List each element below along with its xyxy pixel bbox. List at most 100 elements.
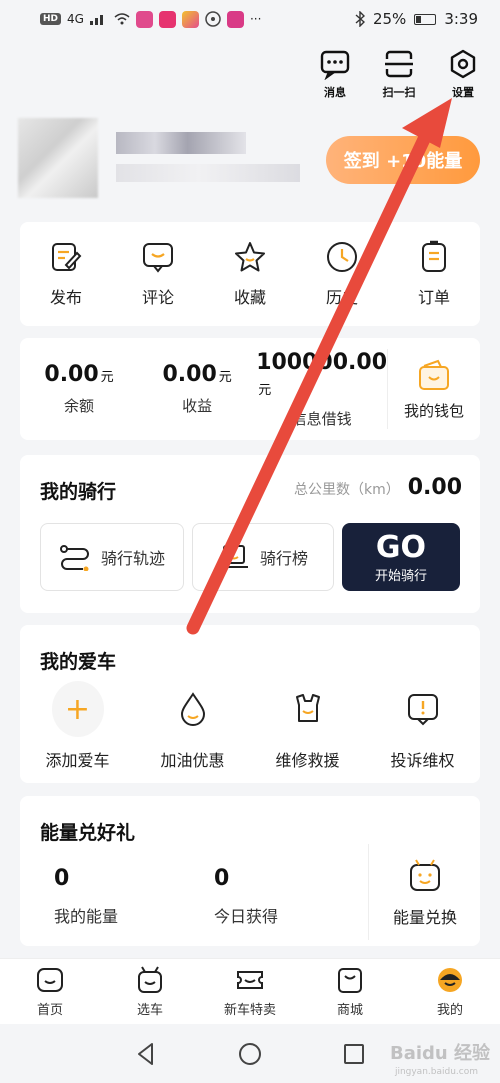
tab-label: 选车: [136, 1003, 163, 1018]
complaint-button[interactable]: 投诉维权: [373, 683, 473, 771]
energy-card: 能量兑好礼 0 我的能量 0 今日获得 能量兑换: [20, 796, 480, 946]
today-energy-value: 0: [214, 866, 230, 891]
status-bar: HD 4G ··· 25% 3:39: [0, 0, 500, 38]
loan-item[interactable]: 100000.00元 信息借钱: [256, 350, 387, 429]
tab-new-car-sale[interactable]: 新车特卖: [205, 965, 295, 1018]
order-icon: [422, 240, 446, 272]
leaderboard-icon: [219, 545, 248, 568]
notification-app-icon: [135, 10, 153, 28]
earnings-item[interactable]: 0.00 元 收益: [138, 362, 256, 416]
quick-item-favorites[interactable]: 收藏: [210, 240, 290, 308]
tab-label: 商城: [336, 1003, 363, 1018]
wallet-card: 0.00 元 余额 0.00 元 收益 100000.00元 信息借钱 我的钱包: [20, 338, 480, 440]
quick-item-publish[interactable]: 发布: [26, 240, 106, 308]
ride-total-value: 0.00: [407, 475, 462, 500]
money-label: 信息借钱: [291, 409, 352, 428]
settings-label: 设置: [452, 86, 474, 99]
home-circle-icon[interactable]: [237, 1041, 263, 1067]
messages-button[interactable]: 消息: [312, 48, 358, 100]
clock-icon: [327, 242, 357, 272]
back-icon[interactable]: [133, 1041, 159, 1067]
money-label: 收益: [182, 397, 213, 415]
quick-item-comment[interactable]: 评论: [118, 240, 198, 308]
header-actions: 消息 扫一扫 设置: [312, 48, 486, 100]
car-actions: + 添加爱车 加油优惠 维修救援 投诉维权: [20, 681, 480, 771]
repair-rescue-button[interactable]: 维修救援: [258, 683, 358, 771]
my-wallet-label: 我的钱包: [404, 401, 465, 420]
watermark-url: jingyan.baidu.com: [394, 1067, 478, 1077]
tab-label: 我的: [436, 1003, 463, 1018]
scan-icon: [385, 50, 413, 78]
my-energy[interactable]: 0 我的能量: [20, 866, 180, 927]
publish-icon: [52, 243, 82, 271]
tab-mine[interactable]: 我的: [405, 965, 495, 1018]
my-ride-card: 我的骑行 总公里数（km） 0.00 骑行轨迹 骑行榜 GO 开始骑行: [20, 455, 480, 613]
recents-icon[interactable]: [341, 1041, 367, 1067]
money-label: 余额: [64, 397, 95, 415]
ride-rank-button[interactable]: 骑行榜: [192, 523, 334, 591]
tab-mall[interactable]: 商城: [305, 965, 395, 1018]
quick-label: 订单: [417, 288, 450, 307]
quick-item-orders[interactable]: 订单: [394, 240, 474, 308]
tab-choose-car[interactable]: 选车: [105, 965, 195, 1018]
message-icon: [320, 50, 350, 80]
add-car-button[interactable]: + 添加爱车: [28, 681, 128, 771]
balance-item[interactable]: 0.00 元 余额: [20, 362, 138, 416]
more-notifications-icon: ···: [249, 12, 262, 26]
tab-label: 首页: [36, 1003, 63, 1018]
profile-icon: [438, 968, 462, 992]
complaint-icon: [407, 694, 438, 726]
status-left: HD 4G ···: [40, 10, 262, 28]
home-icon: [37, 968, 63, 992]
comment-icon: [143, 243, 173, 273]
signal-icon: [89, 15, 103, 25]
settings-icon: [450, 49, 476, 79]
network-badge: HD: [40, 13, 62, 25]
ride-track-label: 骑行轨迹: [100, 549, 165, 568]
notification-app-icon: [181, 10, 199, 28]
car-item-label: 投诉维权: [390, 751, 455, 770]
star-icon: [235, 242, 265, 272]
wifi-icon: [114, 13, 130, 25]
user-profile[interactable]: [18, 118, 300, 200]
settings-button[interactable]: 设置: [440, 48, 486, 100]
ride-total-label: 总公里数（km）: [293, 482, 400, 498]
quick-item-history[interactable]: 历史: [302, 240, 382, 308]
car-item-label: 维修救援: [275, 751, 340, 770]
ride-title: 我的骑行: [40, 481, 117, 503]
quick-label: 收藏: [233, 288, 266, 307]
car-item-label: 添加爱车: [45, 751, 110, 770]
messages-label: 消息: [324, 86, 346, 99]
money-value: 0.00 元: [44, 362, 114, 387]
notification-app-icon: [205, 11, 221, 27]
mall-icon: [338, 968, 362, 993]
ride-track-button[interactable]: 骑行轨迹: [40, 523, 184, 591]
car-item-label: 加油优惠: [160, 751, 225, 770]
start-ride-label: 开始骑行: [374, 568, 427, 584]
my-wallet-button[interactable]: 我的钱包: [388, 358, 480, 421]
username-blurred: [116, 132, 246, 154]
today-energy[interactable]: 0 今日获得: [180, 866, 340, 927]
today-energy-label: 今日获得: [214, 907, 279, 926]
scan-label: 扫一扫: [382, 86, 416, 99]
ride-total: 总公里数（km） 0.00: [294, 475, 462, 500]
bottom-tab-bar: 首页 选车 新车特卖 商城 我的: [0, 958, 500, 1024]
checkin-button[interactable]: 签到 +10能量: [326, 136, 480, 184]
tab-home[interactable]: 首页: [5, 965, 95, 1018]
car-title: 我的爱车: [40, 651, 117, 673]
quick-label: 发布: [49, 288, 82, 307]
signal-label: 4G: [67, 12, 84, 26]
notification-app-icon: [226, 10, 244, 28]
quick-label: 历史: [325, 288, 358, 307]
clock-time: 3:39: [444, 10, 478, 28]
energy-title: 能量兑好礼: [40, 822, 136, 844]
avatar[interactable]: [18, 118, 98, 198]
ticket-icon: [237, 971, 263, 989]
start-ride-button[interactable]: GO 开始骑行: [342, 523, 460, 591]
my-energy-value: 0: [54, 866, 70, 891]
route-icon: [59, 545, 89, 571]
choose-car-icon: [138, 966, 162, 993]
scan-button[interactable]: 扫一扫: [376, 48, 422, 100]
fuel-discount-button[interactable]: 加油优惠: [143, 683, 243, 771]
energy-exchange-button[interactable]: 能量兑换: [380, 858, 470, 928]
